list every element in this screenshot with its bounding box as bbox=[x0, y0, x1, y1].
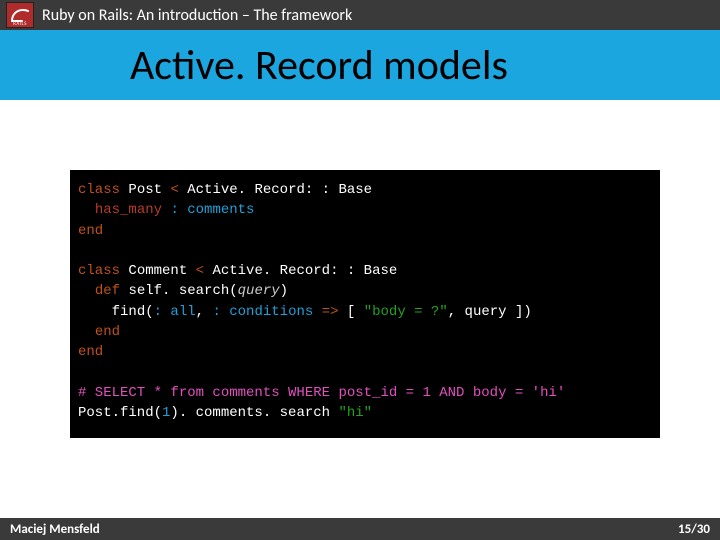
bracket-close: ]) bbox=[515, 304, 532, 320]
op-hashrocket: => bbox=[322, 304, 339, 320]
footer-bar: Maciej Mensfeld 15/30 bbox=[0, 518, 720, 540]
keyword-def: def bbox=[95, 283, 120, 299]
var-query: query bbox=[465, 304, 507, 320]
symbol-comments: : comments bbox=[170, 202, 254, 218]
call-chain-b: ). comments. search bbox=[170, 405, 330, 421]
keyword-end: end bbox=[78, 344, 103, 360]
slide-title: Active. Record models bbox=[130, 40, 508, 91]
rails-logo-label: RAILS bbox=[7, 21, 33, 27]
symbol-all: : all bbox=[154, 304, 196, 320]
class-name: Post bbox=[128, 182, 162, 198]
string-hi: "hi" bbox=[338, 405, 372, 421]
macro-hasmany: has_many bbox=[95, 202, 162, 218]
rails-logo-icon: RAILS bbox=[6, 2, 34, 28]
keyword-class: class bbox=[78, 263, 120, 279]
superclass: Active. Record: : Base bbox=[212, 263, 397, 279]
keyword-end: end bbox=[95, 324, 120, 340]
content-area: class Post < Active. Record: : Base has_… bbox=[0, 100, 720, 438]
code-block: class Post < Active. Record: : Base has_… bbox=[70, 170, 660, 438]
call-chain-a: Post.find( bbox=[78, 405, 162, 421]
string-body: "body = ?" bbox=[364, 304, 448, 320]
title-band: Active. Record models bbox=[0, 30, 720, 100]
comma: , bbox=[448, 304, 456, 320]
call-find: find( bbox=[112, 304, 154, 320]
comma: , bbox=[196, 304, 204, 320]
footer-page: 15/30 bbox=[678, 522, 710, 537]
arg-query: query bbox=[238, 283, 280, 299]
bracket-open: [ bbox=[347, 304, 355, 320]
class-name: Comment bbox=[128, 263, 187, 279]
method-name: self. search( bbox=[128, 283, 237, 299]
comment-sql: # SELECT * from comments WHERE post_id =… bbox=[78, 385, 565, 401]
footer-author: Maciej Mensfeld bbox=[10, 522, 100, 537]
top-title: Ruby on Rails: An introduction – The fra… bbox=[42, 6, 352, 25]
op-lt: < bbox=[196, 263, 204, 279]
slide: RAILS Ruby on Rails: An introduction – T… bbox=[0, 0, 720, 540]
paren-close: ) bbox=[280, 283, 288, 299]
op-lt: < bbox=[170, 182, 178, 198]
keyword-class: class bbox=[78, 182, 120, 198]
superclass: Active. Record: : Base bbox=[187, 182, 372, 198]
symbol-conditions: : conditions bbox=[212, 304, 313, 320]
top-bar: RAILS Ruby on Rails: An introduction – T… bbox=[0, 0, 720, 30]
keyword-end: end bbox=[78, 223, 103, 239]
